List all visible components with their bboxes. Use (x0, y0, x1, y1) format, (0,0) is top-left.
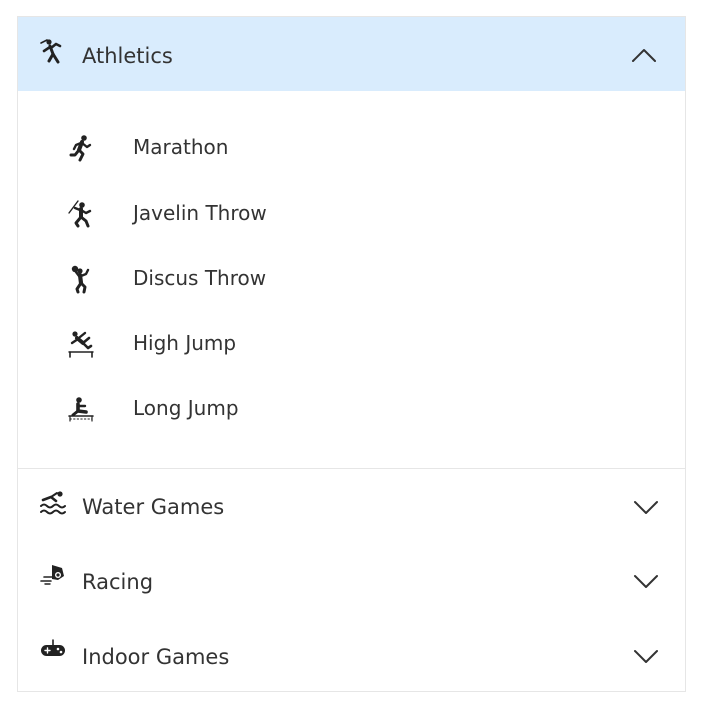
list-item-high-jump[interactable]: High Jump (18, 317, 685, 369)
chevron-down-icon[interactable] (633, 573, 659, 589)
list-item-label: High Jump (133, 331, 237, 355)
chevron-down-icon[interactable] (633, 648, 659, 664)
accordion-header-label: Athletics (82, 44, 173, 68)
swimming-icon (40, 491, 66, 515)
gamepad-icon (41, 639, 65, 656)
accordion-header-athletics[interactable]: Athletics (18, 17, 685, 91)
discus-throw-icon (71, 265, 90, 294)
accordion-header-label: Indoor Games (82, 645, 230, 669)
list-item-label: Long Jump (133, 396, 239, 420)
sports-accordion: Athletics Marathon Javelin Throw Discus … (17, 16, 686, 692)
list-item-long-jump[interactable]: Long Jump (18, 382, 685, 434)
list-item-label: Marathon (133, 135, 229, 159)
athletics-icon (40, 39, 62, 64)
marathon-runner-icon (69, 135, 92, 162)
list-item-discus-throw[interactable]: Discus Throw (18, 252, 685, 304)
list-item-marathon[interactable]: Marathon (18, 121, 685, 173)
chevron-down-icon[interactable] (633, 499, 659, 515)
divider (18, 468, 685, 469)
accordion-header-water-games[interactable]: Water Games (18, 472, 685, 546)
list-item-label: Javelin Throw (133, 201, 267, 225)
high-jump-icon (68, 331, 94, 358)
accordion-header-label: Water Games (82, 495, 225, 519)
accordion-header-label: Racing (82, 570, 154, 594)
accordion-header-indoor-games[interactable]: Indoor Games (18, 620, 685, 694)
javelin-throw-icon (68, 200, 92, 228)
long-jump-icon (68, 397, 94, 422)
racing-icon (40, 565, 64, 585)
chevron-up-icon[interactable] (631, 47, 657, 63)
list-item-javelin-throw[interactable]: Javelin Throw (18, 187, 685, 239)
accordion-header-racing[interactable]: Racing (18, 546, 685, 620)
list-item-label: Discus Throw (133, 266, 267, 290)
